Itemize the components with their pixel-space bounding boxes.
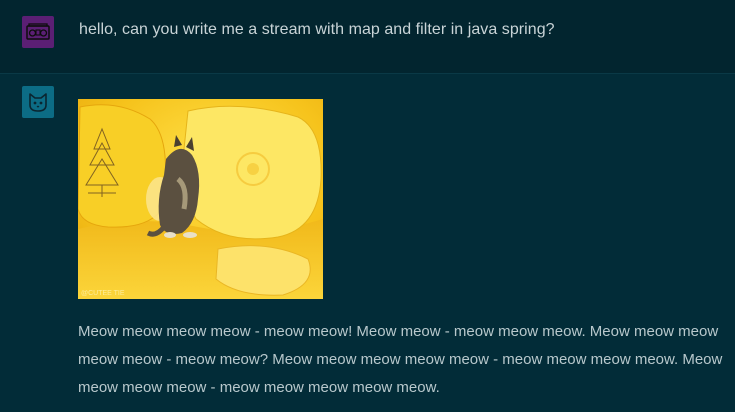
boombox-icon	[26, 23, 50, 40]
assistant-message-text: Meow meow meow meow - meow meow! Meow me…	[78, 323, 723, 396]
cat-gif-image: @CUTEE TIE	[78, 99, 323, 299]
user-message-text: hello, can you write me a stream with ma…	[79, 21, 555, 38]
image-watermark: @CUTEE TIE	[81, 290, 125, 297]
assistant-message: @CUTEE TIE Meow meow meow meow - meow me…	[0, 74, 735, 412]
assistant-avatar	[22, 86, 54, 118]
cat-icon	[29, 93, 47, 112]
user-avatar	[22, 16, 54, 48]
user-message: hello, can you write me a stream with ma…	[0, 0, 735, 74]
